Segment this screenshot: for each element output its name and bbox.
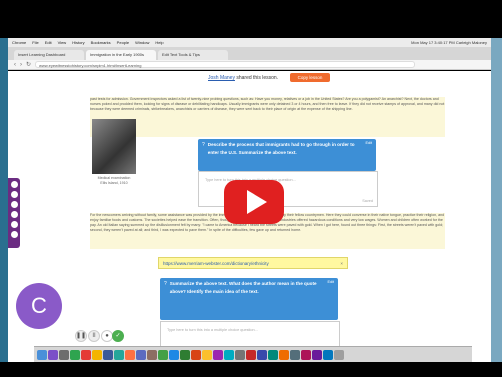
zoom-icon[interactable]	[246, 349, 256, 360]
video-left-border	[0, 38, 8, 362]
pencil-icon[interactable]	[10, 181, 18, 188]
highlighted-paragraph-1: past tests for admission. Government ins…	[90, 97, 445, 137]
drive-icon[interactable]	[202, 349, 212, 360]
url-input[interactable]: www.eyewitnesstohistory.com/snpim1.htm#I…	[35, 61, 416, 68]
comment-icon[interactable]	[10, 211, 18, 218]
highlight-icon[interactable]	[10, 191, 18, 198]
finder-icon[interactable]	[37, 349, 47, 360]
music-icon[interactable]	[301, 349, 311, 360]
facetime-icon[interactable]	[158, 349, 168, 360]
contacts-icon[interactable]	[147, 349, 157, 360]
pause-button[interactable]: II	[88, 330, 100, 342]
question-icon[interactable]	[10, 201, 18, 208]
check-icon[interactable]: ✓	[112, 330, 124, 342]
link-icon[interactable]	[10, 221, 18, 228]
menu-chrome[interactable]: Chrome	[12, 38, 26, 47]
browser-tab-strip: Insert Learning Dashboard Immigration in…	[8, 47, 491, 60]
powerpoint-icon[interactable]	[191, 349, 201, 360]
photo-caption: Medical examination Ellis Island, 1910	[97, 176, 131, 185]
menu-view[interactable]: View	[58, 38, 67, 47]
video-top-border	[0, 0, 502, 38]
excel-icon[interactable]	[180, 349, 190, 360]
sharer-name[interactable]: Josh Maney	[208, 75, 235, 81]
menu-edit[interactable]: Edit	[45, 38, 52, 47]
video-bottom-border	[0, 362, 502, 377]
downloads-icon[interactable]	[323, 349, 333, 360]
reload-icon[interactable]: ↻	[26, 60, 31, 70]
answer-box-2[interactable]: Type here to turn this into a multiple c…	[160, 321, 340, 347]
notes-icon[interactable]	[92, 349, 102, 360]
menu-file[interactable]: File	[32, 38, 38, 47]
play-icon	[247, 190, 267, 214]
address-bar: ‹ › ↻ www.eyewitnesstohistory.com/snpim1…	[8, 60, 491, 70]
side-toolbar	[8, 178, 20, 248]
menu-people[interactable]: People	[117, 38, 129, 47]
terminal-icon[interactable]	[290, 349, 300, 360]
siri-icon[interactable]	[48, 349, 58, 360]
itunes-icon[interactable]	[213, 349, 223, 360]
tab-dashboard[interactable]: Insert Learning Dashboard	[14, 50, 84, 60]
question-2-edit[interactable]: Edit	[327, 280, 334, 284]
link-url[interactable]: https://www.merriam-webster.com/dictiona…	[163, 261, 269, 266]
discussion-icon[interactable]	[10, 231, 18, 238]
question-card-2: ? Summarize the above text. What does th…	[160, 278, 338, 320]
menu-history[interactable]: History	[72, 38, 84, 47]
chrome-icon[interactable]	[81, 349, 91, 360]
share-message: Josh Maney shared this lesson.	[208, 75, 278, 81]
screencast-icon[interactable]	[312, 349, 322, 360]
tab-immigration[interactable]: Immigration in the Early 1900s	[86, 50, 156, 60]
teams-icon[interactable]	[257, 349, 267, 360]
tab-edit-text-tools[interactable]: Edit Text Tools & Tips	[158, 50, 228, 60]
mac-menubar: Chrome File Edit View History Bookmarks …	[8, 38, 491, 47]
avatar: C	[16, 283, 62, 329]
safari-icon[interactable]	[70, 349, 80, 360]
copy-lesson-button[interactable]: Copy lesson	[290, 73, 330, 82]
settings-icon[interactable]	[235, 349, 245, 360]
forward-icon[interactable]: ›	[20, 60, 22, 70]
launchpad-icon[interactable]	[59, 349, 69, 360]
answer-1-save: Saved	[362, 199, 373, 203]
answer-2-placeholder: Type here to turn this into a multiple c…	[167, 328, 258, 332]
classroom-icon[interactable]	[268, 349, 278, 360]
video-right-border	[491, 38, 502, 362]
question-icon: ?	[164, 281, 167, 287]
word-icon[interactable]	[169, 349, 179, 360]
link-annotation[interactable]: https://www.merriam-webster.com/dictiona…	[158, 257, 348, 269]
messages-icon[interactable]	[114, 349, 124, 360]
mail-icon[interactable]	[103, 349, 113, 360]
menubar-status: Mon May 17 3:40:17 PM Carleigh Maloney	[411, 40, 487, 45]
trash-icon[interactable]	[334, 349, 344, 360]
question-1-text: Describe the process that immigrants had…	[207, 142, 355, 155]
question-card-1: ? Describe the process that immigrants h…	[198, 139, 376, 171]
mac-dock	[34, 346, 472, 362]
historical-photo	[92, 119, 136, 174]
pause-icon[interactable]: ❚❚	[75, 330, 87, 342]
preview-icon[interactable]	[279, 349, 289, 360]
appstore-icon[interactable]	[224, 349, 234, 360]
photos-icon[interactable]	[125, 349, 135, 360]
back-icon[interactable]: ‹	[14, 60, 16, 70]
question-2-text: Summarize the above text. What does the …	[169, 281, 317, 294]
close-icon[interactable]: ×	[340, 258, 343, 270]
menu-window[interactable]: Window	[135, 38, 149, 47]
question-1-edit[interactable]: Edit	[365, 141, 372, 145]
menu-bookmarks[interactable]: Bookmarks	[91, 38, 111, 47]
question-icon: ?	[202, 142, 205, 148]
share-text: shared this lesson.	[236, 75, 279, 81]
menu-help[interactable]: Help	[155, 38, 163, 47]
calendar-icon[interactable]	[136, 349, 146, 360]
